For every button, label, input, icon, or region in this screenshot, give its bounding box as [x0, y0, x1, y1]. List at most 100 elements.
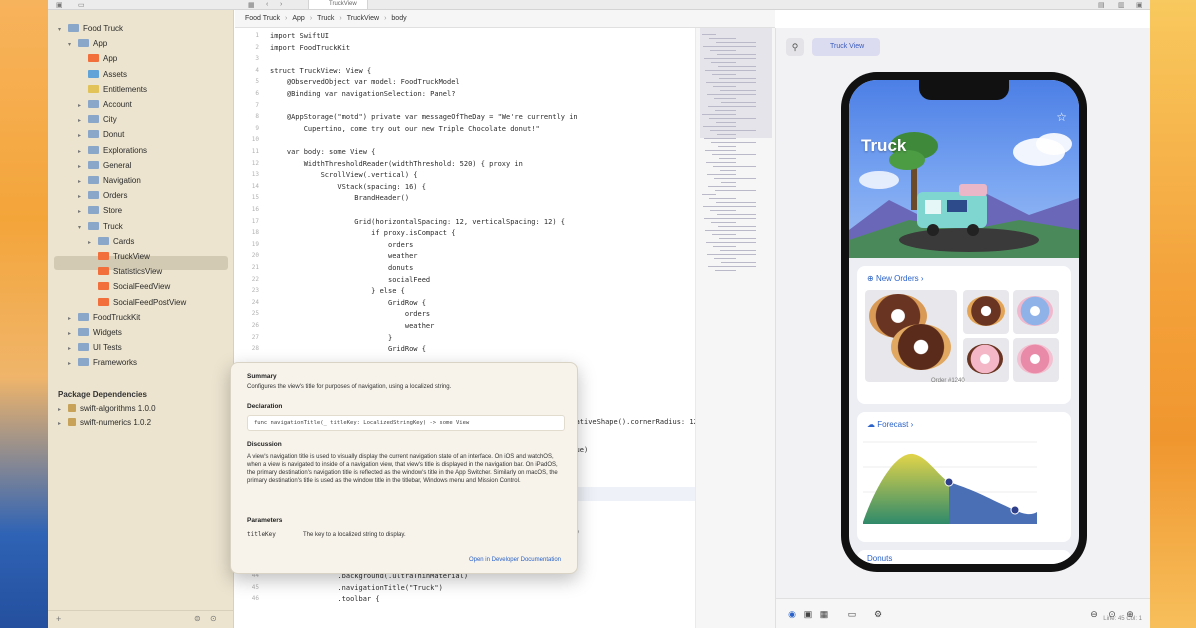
code-line[interactable]: ScrollView(.vertical) {	[270, 171, 418, 179]
chevron-icon[interactable]: ▸	[78, 205, 88, 219]
chevron-icon[interactable]: ▸	[58, 417, 68, 431]
sidebar-item[interactable]: ▸ UI Tests	[68, 341, 122, 355]
sidebar-item[interactable]: ▾ Truck	[78, 220, 123, 234]
code-line[interactable]: import SwiftUI	[270, 32, 329, 40]
chevron-icon[interactable]: ▸	[68, 342, 78, 356]
code-line[interactable]: .navigationTitle("Truck")	[270, 584, 442, 592]
chevron-icon[interactable]: ▾	[68, 38, 78, 52]
chevron-icon[interactable]: ▸	[78, 99, 88, 113]
code-line[interactable]: GridRow {	[270, 299, 426, 307]
sidebar-item[interactable]: ▸ Navigation	[78, 174, 141, 188]
dependency-item[interactable]: ▸ swift-algorithms 1.0.0	[58, 402, 156, 416]
zoom-out-icon[interactable]: ⊖	[1086, 606, 1102, 622]
variants-icon[interactable]: ▦	[816, 606, 832, 622]
grid-icon[interactable]: ▦	[248, 1, 255, 9]
code-line[interactable]: weather	[270, 252, 418, 260]
code-line[interactable]: var body: some View {	[270, 148, 376, 156]
jump-bar[interactable]: Food Truck › App › Truck › TruckView › body	[235, 10, 775, 28]
code-line[interactable]: socialFeed	[270, 276, 430, 284]
code-line[interactable]: orders	[270, 310, 430, 318]
sidebar-item[interactable]: Assets	[78, 68, 127, 82]
minimap[interactable]	[695, 28, 775, 628]
chevron-icon[interactable]: ▾	[58, 23, 68, 37]
sidebar-item[interactable]: ▾ Food Truck	[58, 22, 123, 36]
sidebar-item[interactable]: ▾ App	[68, 37, 107, 51]
chevron-icon[interactable]: ▸	[78, 145, 88, 159]
code-line[interactable]: @AppStorage("motd") private var messageO…	[270, 113, 578, 121]
sidebar-item[interactable]: SocialFeedPostView	[88, 296, 186, 310]
chevron-icon[interactable]: ▸	[78, 129, 88, 143]
chevron-icon[interactable]: ▸	[78, 160, 88, 174]
selectable-icon[interactable]: ▣	[800, 606, 816, 622]
code-line[interactable]: donuts	[270, 264, 413, 272]
chevron-icon[interactable]: ▸	[78, 114, 88, 128]
code-line[interactable]: import FoodTruckKit	[270, 44, 350, 52]
navigator-filter-bar[interactable]: + ⊜ ⊙	[48, 610, 234, 628]
sidebar-item[interactable]: SocialFeedView	[88, 280, 170, 294]
sidebar-item[interactable]: StatisticsView	[88, 265, 162, 279]
code-line[interactable]: GridRow {	[270, 345, 426, 353]
star-icon[interactable]: ☆	[1056, 110, 1067, 124]
settings-icon[interactable]: ⚙	[870, 606, 886, 622]
phone-screen[interactable]: Truck ☆ ⊕ New Orders › Order #1240 ☁ For…	[849, 80, 1079, 564]
code-line[interactable]: VStack(spacing: 16) {	[270, 183, 426, 191]
sidebar-item[interactable]: ▸ Cards	[88, 235, 134, 249]
forward-icon[interactable]: ›	[280, 1, 282, 8]
chevron-icon[interactable]: ▸	[78, 175, 88, 189]
sidebar-item[interactable]: ▸ Donut	[78, 128, 124, 142]
new-orders-card[interactable]: ⊕ New Orders › Order #1240	[857, 266, 1071, 404]
code-line[interactable]: @Binding var navigationSelection: Panel?	[270, 90, 456, 98]
sidebar-item[interactable]: ▸ City	[78, 113, 117, 127]
jumpbar-item[interactable]: Food Truck	[245, 15, 280, 22]
chevron-icon[interactable]: ▸	[68, 312, 78, 326]
sidebar-item[interactable]: ▸ Orders	[78, 189, 127, 203]
code-line[interactable]: struct TruckView: View {	[270, 67, 371, 75]
sidebar-item[interactable]: Entitlements	[78, 83, 147, 97]
sidebar-item[interactable]: TruckView	[88, 250, 150, 264]
code-line[interactable]: Cupertino, come try out our new Triple C…	[270, 125, 540, 133]
code-line[interactable]: weather	[270, 322, 435, 330]
sidebar-item[interactable]: ▸ Explorations	[78, 144, 147, 158]
sidebar-item[interactable]: ▸ Frameworks	[68, 356, 137, 370]
jumpbar-item[interactable]: body	[391, 15, 406, 22]
chevron-icon[interactable]: ▸	[58, 403, 68, 417]
preview-selector[interactable]: Truck View	[812, 38, 880, 56]
back-icon[interactable]: ‹	[266, 1, 268, 8]
jumpbar-item[interactable]: App	[292, 15, 304, 22]
chevron-icon[interactable]: ▸	[88, 236, 98, 250]
sidebar-item[interactable]: ▸ Account	[78, 98, 132, 112]
code-line[interactable]: BrandHeader()	[270, 194, 409, 202]
minimap-viewport[interactable]	[700, 28, 772, 138]
forecast-card[interactable]: ☁ Forecast ›	[857, 412, 1071, 542]
jumpbar-item[interactable]: Truck	[317, 15, 334, 22]
panel-icon[interactable]: ▣	[1136, 1, 1143, 9]
sidebar-item[interactable]: ▸ Store	[78, 204, 122, 218]
code-line[interactable]: Grid(horizontalSpacing: 12, verticalSpac…	[270, 218, 565, 226]
device-icon[interactable]: ▭	[844, 606, 860, 622]
sidebar-item[interactable]: App	[78, 52, 117, 66]
code-line[interactable]: if proxy.isCompact {	[270, 229, 455, 237]
code-line[interactable]: @ObservedObject var model: FoodTruckMode…	[270, 78, 460, 86]
sidebar-item[interactable]: ▸ Widgets	[68, 326, 122, 340]
donuts-card[interactable]: Donuts	[857, 550, 1071, 564]
pin-icon[interactable]: ⚲	[786, 38, 804, 56]
chevron-icon[interactable]: ▸	[68, 327, 78, 341]
inspector-icon[interactable]: ▤	[1098, 1, 1105, 9]
dependency-item[interactable]: ▸ swift-numerics 1.0.2	[58, 416, 151, 430]
code-line[interactable]: WidthThresholdReader(widthThreshold: 520…	[270, 160, 523, 168]
code-line[interactable]: .toolbar {	[270, 595, 379, 603]
live-preview-icon[interactable]: ◉	[784, 606, 800, 622]
jumpbar-item[interactable]: TruckView	[347, 15, 379, 22]
folder-icon[interactable]: ▭	[78, 1, 85, 9]
recent-icon[interactable]: ⊙	[210, 614, 217, 623]
code-line[interactable]: orders	[270, 241, 413, 249]
tab-truckview[interactable]: TruckView	[308, 0, 368, 10]
open-documentation-link[interactable]: Open in Developer Documentation	[469, 557, 561, 563]
add-icon[interactable]: +	[56, 614, 61, 624]
code-line[interactable]: }	[270, 334, 392, 342]
filter-icon[interactable]: ⊜	[194, 614, 201, 623]
sidebar-toggle-icon[interactable]: ▣	[56, 1, 63, 9]
code-line[interactable]: } else {	[270, 287, 405, 295]
sidebar-item[interactable]: ▸ FoodTruckKit	[68, 311, 140, 325]
sidebar-item[interactable]: ▸ General	[78, 159, 131, 173]
